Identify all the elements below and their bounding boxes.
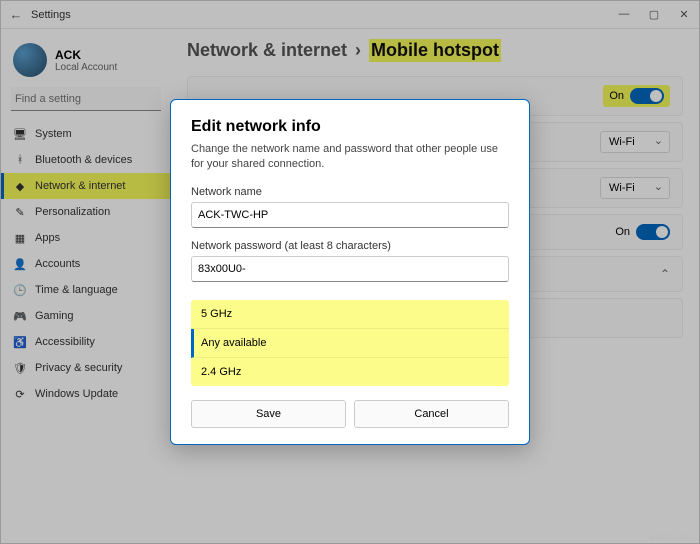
network-password-input[interactable]: [191, 256, 509, 282]
band-option[interactable]: 5 GHz: [191, 300, 509, 329]
watermark: wsxdn.com: [649, 532, 694, 542]
network-name-input[interactable]: [191, 202, 509, 228]
network-name-label: Network name: [191, 186, 509, 198]
band-list: 5 GHzAny available2.4 GHz: [191, 300, 509, 386]
save-button[interactable]: Save: [191, 400, 346, 428]
band-option[interactable]: 2.4 GHz: [191, 358, 509, 386]
band-option[interactable]: Any available: [191, 329, 509, 358]
modal-overlay: Edit network info Change the network nam…: [0, 0, 700, 544]
dialog-description: Change the network name and password tha…: [191, 142, 509, 172]
edit-network-dialog: Edit network info Change the network nam…: [170, 99, 530, 445]
network-password-label: Network password (at least 8 characters): [191, 240, 509, 252]
dialog-title: Edit network info: [191, 118, 509, 136]
cancel-button[interactable]: Cancel: [354, 400, 509, 428]
